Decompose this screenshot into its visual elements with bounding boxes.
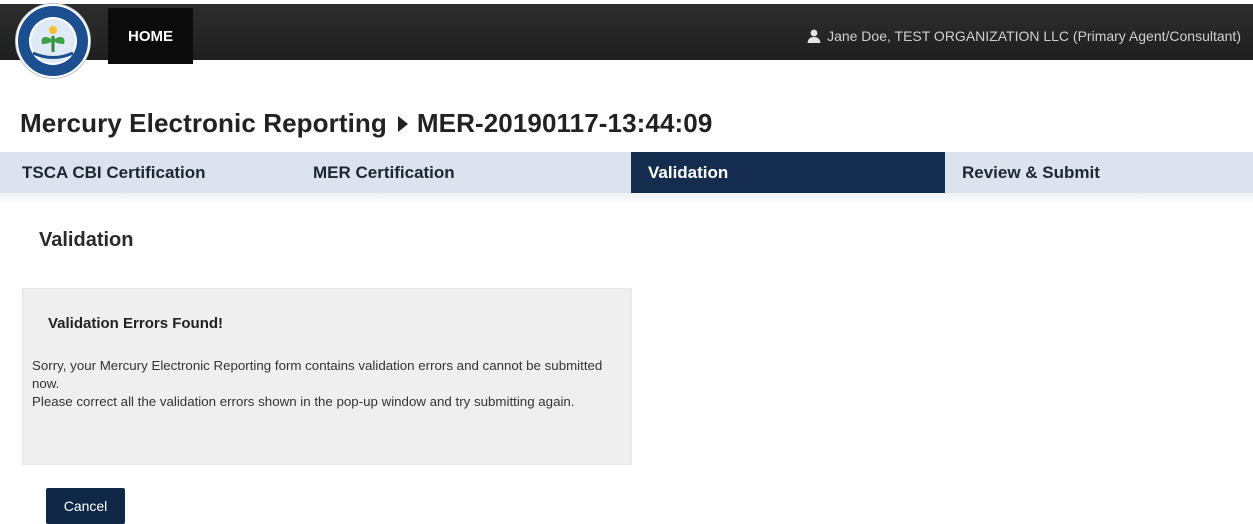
page-title-app: Mercury Electronic Reporting — [20, 108, 387, 138]
step-tsca-cbi-certification[interactable]: TSCA CBI Certification — [0, 152, 311, 193]
user-icon — [807, 29, 821, 43]
step-label: MER Certification — [313, 162, 455, 182]
step-review-submit[interactable]: Review & Submit — [945, 152, 1253, 193]
error-message-line: Sorry, your Mercury Electronic Reporting… — [32, 358, 603, 391]
error-message: Sorry, your Mercury Electronic Reporting… — [32, 357, 612, 411]
section-heading: Validation — [39, 229, 134, 251]
epa-seal-icon[interactable] — [16, 4, 90, 78]
validation-error-panel: Validation Errors Found! Sorry, your Mer… — [22, 288, 632, 465]
step-label: TSCA CBI Certification — [22, 162, 206, 182]
page-title: Mercury Electronic Reporting MER-2019011… — [20, 108, 712, 139]
error-title: Validation Errors Found! — [48, 315, 224, 332]
step-validation[interactable]: Validation — [631, 152, 945, 193]
home-nav-link[interactable]: HOME — [108, 8, 193, 64]
error-message-line: Please correct all the validation errors… — [32, 394, 575, 409]
top-navigation-bar: HOME Jane Doe, TEST ORGANIZATION LLC (Pr… — [0, 4, 1253, 64]
workflow-steps: TSCA CBI Certification MER Certification… — [0, 152, 1253, 193]
steps-divider — [0, 193, 1253, 205]
page-title-record-id: MER-20190117-13:44:09 — [416, 108, 713, 138]
step-mer-certification[interactable]: MER Certification — [311, 152, 631, 193]
user-name-org: Jane Doe, TEST ORGANIZATION LLC (Primary… — [827, 28, 1241, 44]
user-info[interactable]: Jane Doe, TEST ORGANIZATION LLC (Primary… — [807, 8, 1241, 64]
cancel-button[interactable]: Cancel — [46, 488, 125, 524]
step-label: Validation — [648, 162, 729, 182]
step-label: Review & Submit — [962, 162, 1100, 182]
caret-right-icon — [397, 115, 409, 133]
